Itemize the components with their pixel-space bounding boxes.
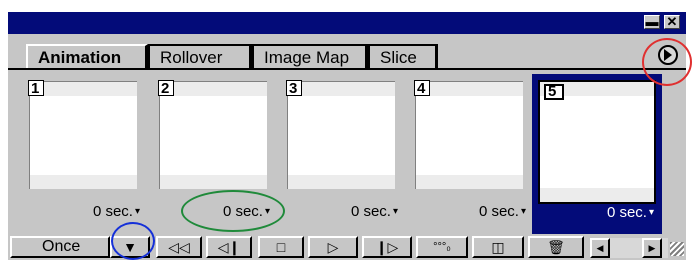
stop-button[interactable]: □ (258, 236, 304, 258)
previous-frame-button[interactable]: ◁❙ (206, 236, 252, 258)
delay-label: 0 sec. (350, 203, 391, 220)
frame-thumbnail (415, 81, 523, 189)
dropdown-caret-icon: ▾ (392, 206, 398, 217)
frame-number: 2 (158, 80, 174, 96)
palette-titlebar[interactable]: ▬ ✕ (8, 12, 686, 34)
dropdown-caret-icon: ▾ (520, 206, 526, 217)
frames-scrollbar[interactable]: ◀ ▶ (590, 238, 668, 258)
minimize-button[interactable]: ▬ (644, 14, 660, 29)
frame-delay-3[interactable]: 0 sec. ▾ (302, 203, 398, 221)
stop-icon: □ (276, 239, 286, 255)
close-icon: ✕ (666, 14, 678, 29)
frame-1[interactable]: 1 (28, 80, 148, 200)
scroll-left-button[interactable]: ◀ (590, 238, 610, 258)
close-button[interactable]: ✕ (664, 14, 680, 29)
dropdown-caret-icon: ▾ (134, 206, 140, 217)
tab-image-map[interactable]: Image Map (252, 44, 368, 70)
frame-number: 3 (286, 80, 302, 96)
frame-number: 1 (28, 80, 44, 96)
delay-label: 0 sec. (92, 203, 133, 220)
frame-number: 4 (414, 80, 430, 96)
tab-animation[interactable]: Animation (26, 44, 148, 70)
play-button[interactable]: ▷ (308, 236, 358, 258)
tab-rollover[interactable]: Rollover (148, 44, 252, 70)
tween-icon: °°°₀ (433, 241, 451, 253)
play-icon: ▷ (327, 239, 339, 255)
arrow-right-icon: ▶ (648, 243, 656, 253)
step-forward-icon: ❙▷ (375, 239, 399, 255)
frame-thumbnail (159, 81, 267, 189)
frame-4[interactable]: 4 (414, 80, 534, 200)
delete-frame-button[interactable]: 🗑 (528, 236, 584, 258)
delay-label: 0 sec. (606, 204, 647, 221)
tab-label: Animation (38, 48, 122, 67)
frame-thumbnail (29, 81, 137, 189)
tab-label: Rollover (160, 48, 223, 67)
loop-select[interactable]: Once (10, 236, 110, 258)
frame-3[interactable]: 3 (286, 80, 406, 200)
tab-slice[interactable]: Slice (368, 44, 438, 70)
tab-label: Image Map (264, 48, 350, 67)
annotation-ring-blue (111, 222, 155, 260)
trash-icon: 🗑 (547, 239, 565, 255)
frame-2[interactable]: 2 (158, 80, 278, 200)
tab-baseline (8, 68, 686, 70)
tab-label: Slice (380, 48, 417, 67)
duplicate-frame-button[interactable]: ◫ (472, 236, 524, 258)
step-back-icon: ◁❙ (217, 239, 241, 255)
frame-5-selected[interactable]: 5 0 sec. ▾ (532, 74, 662, 234)
frame-delay-5[interactable]: 0 sec. ▾ (582, 204, 654, 222)
delay-label: 0 sec. (478, 203, 519, 220)
loop-value: Once (42, 238, 81, 255)
annotation-ring-red (642, 38, 692, 86)
frame-thumbnail (287, 81, 395, 189)
tween-button[interactable]: °°°₀ (416, 236, 468, 258)
scroll-right-button[interactable]: ▶ (642, 238, 662, 258)
animation-palette: ▬ ✕ Animation Rollover Image Map Slice 1… (0, 0, 695, 260)
first-frame-button[interactable]: ◁◁ (156, 236, 202, 258)
frame-delay-1[interactable]: 0 sec. ▾ (44, 203, 140, 221)
frame-number: 5 (544, 84, 564, 100)
rewind-icon: ◁◁ (168, 239, 190, 255)
frame-delay-4[interactable]: 0 sec. ▾ (430, 203, 526, 221)
annotation-ring-green (181, 190, 285, 232)
resize-grip-icon[interactable] (670, 242, 684, 256)
next-frame-button[interactable]: ❙▷ (362, 236, 412, 258)
minimize-icon: ▬ (645, 14, 659, 29)
arrow-left-icon: ◀ (596, 243, 604, 253)
dropdown-caret-icon: ▾ (648, 207, 654, 218)
new-frame-icon: ◫ (491, 239, 505, 255)
